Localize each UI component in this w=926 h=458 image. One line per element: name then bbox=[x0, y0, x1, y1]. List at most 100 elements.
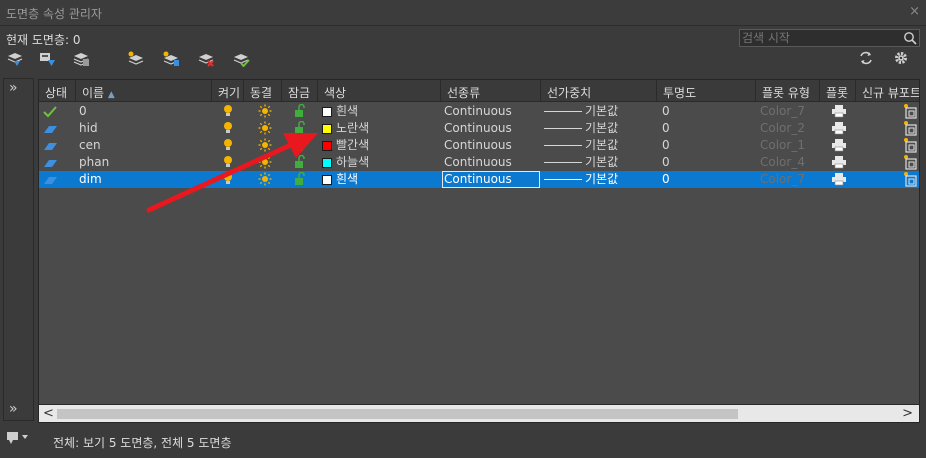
unlocked-icon[interactable] bbox=[294, 138, 306, 152]
layer-row[interactable]: phan 하늘색 Continuous 기본값 0 Color_4 bbox=[39, 154, 919, 171]
color-name[interactable]: 빨간색 bbox=[336, 137, 369, 154]
current-layer-check-icon[interactable] bbox=[42, 105, 58, 119]
refresh-icon[interactable] bbox=[858, 50, 874, 66]
new-group-filter-icon[interactable] bbox=[39, 51, 57, 67]
new-viewport-icon[interactable] bbox=[903, 137, 917, 153]
color-swatch[interactable] bbox=[322, 141, 332, 151]
column-lineweight[interactable]: 선가중치 bbox=[541, 80, 657, 102]
column-color[interactable]: 색상 bbox=[318, 80, 441, 102]
unlocked-icon[interactable] bbox=[294, 121, 306, 135]
search-input[interactable] bbox=[742, 30, 902, 46]
column-lock[interactable]: 잠금 bbox=[282, 80, 318, 102]
lineweight[interactable]: 기본값 bbox=[585, 120, 618, 137]
column-transparency[interactable]: 투명도 bbox=[657, 80, 756, 102]
linetype[interactable]: Continuous bbox=[444, 120, 512, 137]
plot-style[interactable]: Color_7 bbox=[760, 103, 805, 120]
transparency[interactable]: 0 bbox=[662, 154, 670, 171]
lineweight[interactable]: 기본값 bbox=[585, 154, 618, 171]
layer-status-icon[interactable] bbox=[42, 173, 58, 187]
layer-row[interactable]: cen 빨간색 Continuous 기본값 0 Color_1 bbox=[39, 137, 919, 154]
column-freeze[interactable]: 동결 bbox=[244, 80, 282, 102]
color-swatch[interactable] bbox=[322, 124, 332, 134]
close-icon[interactable]: × bbox=[909, 4, 920, 19]
set-current-icon[interactable] bbox=[232, 51, 250, 67]
color-swatch[interactable] bbox=[322, 107, 332, 117]
delete-layer-icon[interactable] bbox=[197, 51, 215, 67]
column-on[interactable]: 켜기 bbox=[212, 80, 244, 102]
expand-filters-bottom-icon[interactable]: » bbox=[9, 402, 18, 416]
column-linetype[interactable]: 선종류 bbox=[441, 80, 541, 102]
sun-thawed-icon[interactable] bbox=[258, 155, 272, 169]
column-name[interactable]: 이름 ▲ bbox=[76, 80, 212, 102]
expand-filters-icon[interactable]: » bbox=[9, 81, 18, 95]
printer-icon[interactable] bbox=[831, 138, 847, 152]
plot-style[interactable]: Color_4 bbox=[760, 154, 805, 171]
settings-icon[interactable] bbox=[893, 50, 909, 66]
color-name[interactable]: 노란색 bbox=[336, 120, 369, 137]
lightbulb-on-icon[interactable] bbox=[222, 104, 234, 118]
scrollbar-thumb[interactable] bbox=[57, 409, 738, 419]
printer-icon[interactable] bbox=[831, 104, 847, 118]
linetype[interactable]: Continuous bbox=[444, 154, 512, 171]
search-box[interactable] bbox=[739, 29, 920, 47]
plot-style[interactable]: Color_1 bbox=[760, 137, 805, 154]
transparency[interactable]: 0 bbox=[662, 171, 670, 188]
plot-style[interactable]: Color_2 bbox=[760, 120, 805, 137]
sun-thawed-icon[interactable] bbox=[258, 121, 272, 135]
layer-status-icon[interactable] bbox=[42, 122, 58, 136]
lightbulb-on-icon[interactable] bbox=[222, 121, 234, 135]
scroll-left-icon[interactable]: < bbox=[43, 406, 54, 421]
lineweight[interactable]: 기본값 bbox=[585, 137, 618, 154]
layer-states-manager-icon[interactable] bbox=[72, 51, 90, 67]
layer-row[interactable]: hid 노란색 Continuous 기본값 0 Color_2 bbox=[39, 120, 919, 137]
column-plot[interactable]: 플롯 bbox=[820, 80, 856, 102]
sun-thawed-icon[interactable] bbox=[258, 104, 272, 118]
printer-icon[interactable] bbox=[831, 121, 847, 135]
layer-row[interactable]: 0 흰색 Continuous 기본값 0 Color_7 bbox=[39, 103, 919, 120]
unlocked-icon[interactable] bbox=[294, 104, 306, 118]
lightbulb-on-icon[interactable] bbox=[222, 155, 234, 169]
sun-thawed-icon[interactable] bbox=[258, 172, 272, 186]
linetype[interactable]: Continuous bbox=[444, 137, 512, 154]
lineweight[interactable]: 기본값 bbox=[585, 171, 618, 188]
printer-icon[interactable] bbox=[831, 155, 847, 169]
color-name[interactable]: 하늘색 bbox=[336, 154, 369, 171]
color-swatch[interactable] bbox=[322, 175, 332, 185]
transparency[interactable]: 0 bbox=[662, 103, 670, 120]
layer-row[interactable]: dim 흰색 Continuous 기본값 0 Color_7 bbox=[39, 171, 919, 188]
column-status[interactable]: 상태 bbox=[39, 80, 76, 102]
color-name[interactable]: 흰색 bbox=[336, 171, 358, 188]
linetype[interactable]: Continuous bbox=[444, 171, 512, 188]
plot-style[interactable]: Color_7 bbox=[760, 171, 805, 188]
new-layer-vp-frozen-icon[interactable] bbox=[162, 51, 180, 67]
layer-name[interactable]: 0 bbox=[79, 103, 87, 120]
new-viewport-icon[interactable] bbox=[903, 154, 917, 170]
printer-icon[interactable] bbox=[831, 172, 847, 186]
lightbulb-on-icon[interactable] bbox=[222, 172, 234, 186]
transparency[interactable]: 0 bbox=[662, 120, 670, 137]
transparency[interactable]: 0 bbox=[662, 137, 670, 154]
lineweight[interactable]: 기본값 bbox=[585, 103, 618, 120]
column-new-vp-freeze[interactable]: 신규 뷰포트 bbox=[856, 80, 919, 102]
horizontal-scrollbar[interactable]: < > bbox=[39, 404, 919, 422]
layer-name[interactable]: hid bbox=[79, 120, 98, 137]
layer-name[interactable]: cen bbox=[79, 137, 101, 154]
layer-status-icon[interactable] bbox=[42, 139, 58, 153]
layer-dropdown-icon[interactable] bbox=[6, 430, 30, 446]
layer-status-icon[interactable] bbox=[42, 156, 58, 170]
layer-name[interactable]: dim bbox=[79, 171, 102, 188]
layer-name[interactable]: phan bbox=[79, 154, 109, 171]
new-viewport-icon[interactable] bbox=[903, 103, 917, 119]
unlocked-icon[interactable] bbox=[294, 172, 306, 186]
linetype[interactable]: Continuous bbox=[444, 103, 512, 120]
color-name[interactable]: 흰색 bbox=[336, 103, 358, 120]
new-viewport-icon[interactable] bbox=[903, 171, 917, 187]
new-layer-icon[interactable] bbox=[127, 51, 145, 67]
new-viewport-icon[interactable] bbox=[903, 120, 917, 136]
new-property-filter-icon[interactable] bbox=[6, 51, 24, 67]
search-icon[interactable] bbox=[903, 31, 917, 45]
scroll-right-icon[interactable]: > bbox=[902, 406, 913, 421]
sun-thawed-icon[interactable] bbox=[258, 138, 272, 152]
column-plot-style[interactable]: 플롯 유형 bbox=[756, 80, 820, 102]
unlocked-icon[interactable] bbox=[294, 155, 306, 169]
